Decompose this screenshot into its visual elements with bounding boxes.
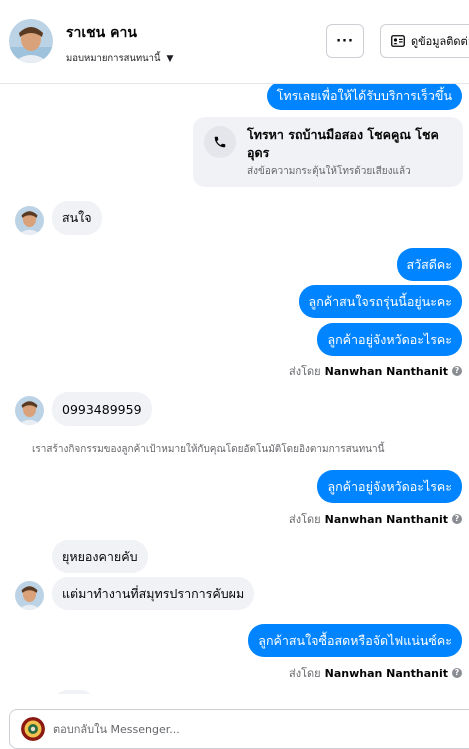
sent-by-label: ส่งโดย Nanwhan Nanthanit ?	[289, 362, 462, 380]
help-circle-icon[interactable]: ?	[452, 514, 462, 524]
sent-by-agent[interactable]: Nanwhan Nanthanit	[325, 365, 448, 378]
system-note: เราสร้างกิจกรรมของลูกค้าเป้าหมายให้กับคุ…	[32, 444, 385, 455]
sent-by-agent[interactable]: Nanwhan Nanthanit	[325, 667, 448, 680]
message-thread[interactable]: โทรเลยเพื่อให้ได้รับบริการเร็วขึ้น โทรหา…	[0, 84, 469, 694]
sent-by-prefix: ส่งโดย	[289, 365, 321, 378]
message-text: ลูกค้าสนใจซื้อสดหรือจัดไฟแน่นซ์คะ	[258, 632, 452, 648]
call-card-title: โทรหา รถบ้านมือสอง โชคคูณ โชคอุดร	[247, 127, 439, 160]
contact-avatar-small[interactable]	[15, 581, 44, 610]
message-text: 0993489959	[62, 401, 142, 417]
incoming-message[interactable]: สนใจ	[52, 201, 102, 235]
incoming-message[interactable]: แต่มาทำงานที่สมุทรปราการคับผม	[52, 577, 255, 610]
call-card-subtitle: ส่งข้อความกระตุ้นให้โทรด้วยเสียงแล้ว	[247, 166, 411, 177]
sent-by-prefix: ส่งโดย	[289, 667, 321, 680]
outgoing-message[interactable]: โทรเลยเพื่อให้ได้รับบริการเร็วขึ้น	[266, 84, 462, 110]
more-icon: ···	[336, 33, 354, 49]
sent-by-label: ส่งโดย Nanwhan Nanthanit ?	[289, 510, 462, 528]
messenger-window: ราเชน คาน มอบหมายการสนทนานี้ ▼ ··· ดูข้อ…	[0, 0, 469, 749]
help-circle-icon[interactable]: ?	[452, 668, 462, 678]
sent-by-prefix: ส่งโดย	[289, 513, 321, 526]
message-text: ลูกค้าอยู่จังหวัดอะไรคะ	[327, 331, 452, 347]
call-prompt-card[interactable]: โทรหา รถบ้านมือสอง โชคคูณ โชคอุดร ส่งข้อ…	[193, 117, 463, 187]
message-text: สนใจ	[62, 210, 92, 225]
assign-label: มอบหมายการสนทนานี้	[66, 53, 161, 64]
view-contact-info-button[interactable]: ดูข้อมูลติดต่อ	[380, 24, 469, 58]
phone-icon	[204, 126, 236, 158]
message-text: สวัสดีคะ	[406, 256, 452, 272]
sent-by-label: ส่งโดย Nanwhan Nanthanit ?	[289, 664, 462, 682]
sent-by-agent[interactable]: Nanwhan Nanthanit	[325, 513, 448, 526]
contact-card-icon	[391, 35, 405, 47]
outgoing-message[interactable]: ลูกค้าอยู่จังหวัดอะไรคะ	[317, 323, 462, 356]
message-text: ยุหยองคายคับ	[62, 548, 138, 564]
conversation-header: ราเชน คาน มอบหมายการสนทนานี้ ▼ ··· ดูข้อ…	[0, 0, 469, 84]
help-circle-icon[interactable]: ?	[452, 366, 462, 376]
message-text: ลูกค้าอยู่จังหวัดอะไรคะ	[327, 478, 452, 494]
contact-avatar-small[interactable]	[15, 206, 44, 235]
outgoing-message[interactable]: ลูกค้าสนใจซื้อสดหรือจัดไฟแน่นซ์คะ	[248, 624, 462, 657]
contact-avatar-small[interactable]	[15, 396, 44, 425]
reply-input[interactable]	[53, 718, 433, 740]
message-text: แต่มาทำงานที่สมุทรปราการคับผม	[62, 585, 245, 601]
more-options-button[interactable]: ···	[326, 24, 364, 58]
outgoing-message[interactable]: สวัสดีคะ	[396, 248, 462, 281]
message-text: โทรเลยเพื่อให้ได้รับบริการเร็วขึ้น	[276, 88, 452, 103]
caret-down-icon: ▼	[166, 53, 174, 64]
outgoing-message[interactable]: ลูกค้าสนใจรถรุ่นนี้อยู่นะคะ	[298, 285, 462, 318]
reply-composer[interactable]	[9, 709, 469, 749]
outgoing-message[interactable]: ลูกค้าอยู่จังหวัดอะไรคะ	[317, 470, 462, 503]
incoming-message[interactable]: 0993489959	[52, 392, 152, 426]
incoming-message[interactable]: ยุหยองคายคับ	[52, 540, 148, 573]
message-text: ลูกค้าสนใจรถรุ่นนี้อยู่นะคะ	[308, 293, 452, 309]
contact-name: ราเชน คาน	[66, 25, 137, 41]
assign-conversation-dropdown[interactable]: มอบหมายการสนทนานี้ ▼	[66, 51, 173, 66]
contact-avatar[interactable]	[9, 19, 53, 63]
page-avatar	[21, 717, 45, 741]
view-contact-info-label: ดูข้อมูลติดต่อ	[411, 35, 469, 48]
incoming-message[interactable]	[52, 690, 96, 694]
